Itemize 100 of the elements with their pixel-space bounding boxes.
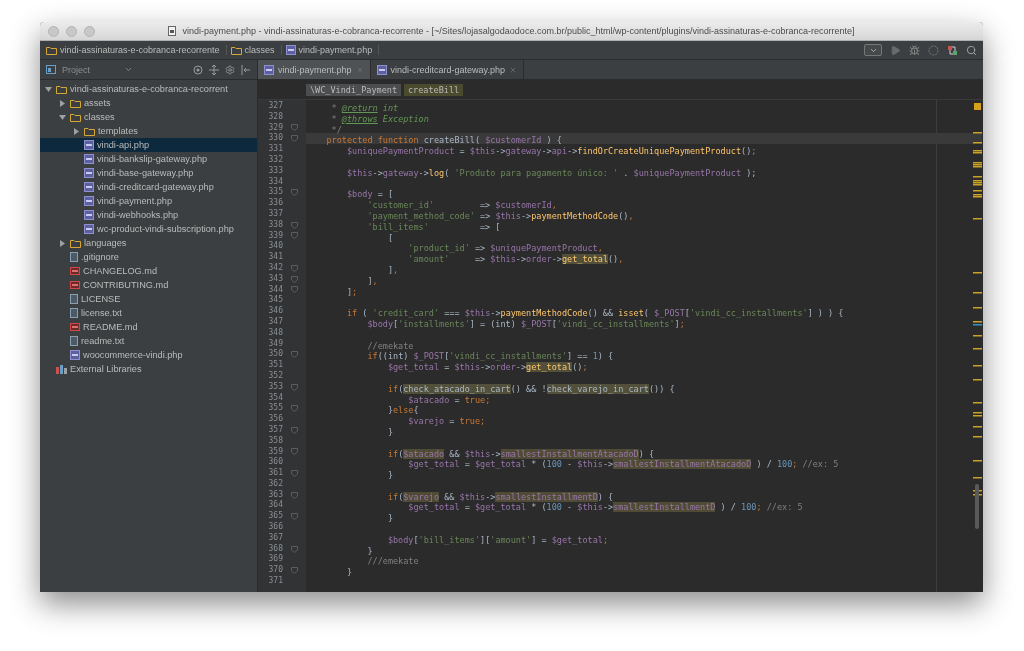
code-line: $body = [ [345, 189, 393, 200]
tree-item[interactable]: classes [40, 110, 257, 124]
line-number: 331 [267, 144, 283, 155]
tree-item[interactable]: templates [40, 124, 257, 138]
fold-marker-icon[interactable] [291, 135, 298, 143]
fold-marker-icon[interactable] [291, 513, 298, 521]
fold-marker-icon[interactable] [291, 124, 298, 132]
code-line: $uniquePaymentProduct = $this->gateway->api->findOrCreateUniquePaymentProduct(); [345, 146, 757, 157]
structure-crumb[interactable]: createBill [404, 83, 464, 96]
panel-title[interactable]: Project [62, 64, 90, 75]
code-line: $varejo = true; [407, 416, 486, 427]
breadcrumb-item[interactable]: vindi-payment.php [285, 45, 380, 55]
fold-marker-icon[interactable] [291, 232, 298, 240]
tree-item[interactable]: CHANGELOG.md [40, 264, 257, 278]
expand-arrow-icon[interactable] [73, 127, 80, 135]
minimize-window-button[interactable] [66, 25, 77, 37]
search-icon[interactable] [966, 44, 977, 56]
coverage-icon[interactable] [928, 44, 939, 56]
tree-item[interactable]: wc-product-vindi-subscription.php [40, 222, 257, 236]
folder-icon [46, 45, 57, 55]
expand-arrow-icon[interactable] [59, 239, 66, 247]
fold-marker-icon[interactable] [291, 491, 298, 499]
breadcrumb-item[interactable]: vindi-assinaturas-e-cobranca-recorrente [46, 45, 227, 55]
collapse-arrow-icon[interactable] [59, 113, 66, 121]
tree-item[interactable]: vindi-assinaturas-e-cobranca-recorrent [40, 82, 257, 96]
editor-tab[interactable]: vindi-payment.php [258, 60, 371, 79]
fold-marker-icon[interactable] [291, 405, 298, 413]
line-number: 361 [267, 468, 283, 479]
tree-item[interactable]: vindi-base-gateway.php [40, 166, 257, 180]
fold-marker-icon[interactable] [291, 221, 298, 229]
php-file-icon [264, 64, 274, 75]
tree-item[interactable]: vindi-webhooks.php [40, 208, 257, 222]
folder-icon [84, 126, 95, 136]
line-number: 364 [267, 500, 283, 511]
tree-item[interactable]: woocommerce-vindi.php [40, 348, 257, 362]
vcs-icon[interactable] [947, 44, 958, 56]
tree-item[interactable]: .gitignore [40, 250, 257, 264]
fold-marker-icon[interactable] [291, 545, 298, 553]
code-line: * @return int [330, 103, 399, 113]
tree-item[interactable]: LICENSE [40, 292, 257, 306]
fold-marker-icon[interactable] [291, 567, 298, 575]
code-line: if(check_atacado_in_cart() && !check_varejo_in_cart()) { [386, 383, 675, 394]
tree-item[interactable]: vindi-creditcard-gateway.php [40, 180, 257, 194]
close-window-button[interactable] [48, 25, 59, 37]
folder-icon [70, 238, 81, 248]
editor-tab[interactable]: vindi-creditcard-gateway.php [370, 60, 524, 79]
expand-arrow-icon[interactable] [59, 99, 66, 107]
fold-marker-icon[interactable] [291, 275, 298, 283]
run-configuration-dropdown[interactable] [864, 44, 882, 56]
tree-item[interactable]: External Libraries [40, 362, 257, 376]
line-number: 367 [267, 532, 283, 544]
code-line: } [366, 545, 373, 556]
close-tab-icon[interactable] [508, 65, 517, 74]
line-number: 327 [267, 101, 283, 112]
line-number: 354 [267, 392, 283, 403]
fold-marker-icon[interactable] [291, 470, 298, 477]
tree-item[interactable]: vindi-api.php [40, 138, 257, 152]
line-number: 357 [267, 424, 283, 436]
line-number: 337 [267, 208, 283, 220]
fold-marker-icon[interactable] [291, 264, 298, 272]
settings-icon[interactable] [225, 64, 235, 75]
tree-item[interactable]: README.md [40, 320, 257, 334]
fold-marker-icon[interactable] [291, 383, 298, 391]
run-icon[interactable] [890, 44, 901, 56]
collapse-arrow-icon[interactable] [45, 85, 52, 93]
fold-marker-icon[interactable] [291, 351, 298, 359]
target-icon[interactable] [193, 64, 203, 75]
hide-panel-icon[interactable] [241, 64, 251, 75]
tree-item[interactable]: license.txt [40, 306, 257, 320]
tree-item[interactable]: CONTRIBUTING.md [40, 278, 257, 292]
php-file-icon [84, 140, 94, 150]
tree-item[interactable]: vindi-bankslip-gateway.php [40, 152, 257, 166]
code-line: [ [386, 232, 393, 243]
php-file-icon [84, 196, 94, 206]
line-number: 335 [267, 187, 283, 198]
code-line: } [386, 513, 393, 524]
fold-marker-icon[interactable] [291, 286, 298, 294]
fold-marker-icon[interactable] [291, 189, 298, 197]
dropdown-icon[interactable] [124, 65, 133, 74]
line-number: 343 [267, 273, 283, 285]
fold-marker-icon[interactable] [291, 426, 298, 434]
tree-item[interactable]: vindi-payment.php [40, 194, 257, 208]
debug-icon[interactable] [909, 44, 920, 56]
breadcrumb-item[interactable]: classes [230, 45, 282, 55]
php-file-icon [70, 350, 80, 360]
line-number: 355 [267, 403, 283, 414]
code-line: //emekate [366, 340, 414, 351]
tree-item[interactable]: languages [40, 236, 257, 250]
code-line: 'payment_method_code' => $this->paymentMethodCode(), [366, 210, 634, 221]
tree-item[interactable]: readme.txt [40, 334, 257, 348]
zoom-window-button[interactable] [84, 25, 95, 37]
folder-icon [70, 98, 81, 108]
collapse-all-icon[interactable] [209, 64, 219, 75]
fold-marker-icon[interactable] [291, 448, 298, 456]
code-line: 'bill_items' => [ [366, 221, 501, 232]
structure-crumb[interactable]: \WC_Vindi_Payment [306, 83, 401, 96]
line-number: 329 [267, 122, 283, 133]
line-number: 339 [267, 230, 283, 241]
close-tab-icon[interactable] [355, 65, 364, 74]
tree-item[interactable]: assets [40, 96, 257, 110]
